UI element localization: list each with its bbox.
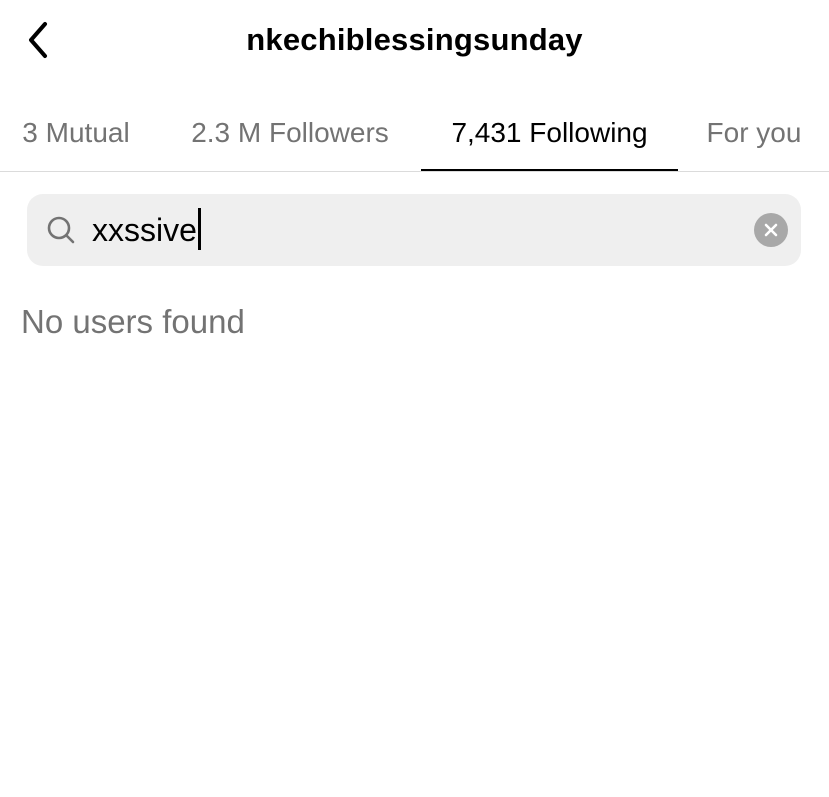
- tab-following[interactable]: 7,431 Following: [421, 95, 678, 171]
- tab-for-you[interactable]: For you: [690, 95, 818, 171]
- search-icon: [47, 216, 75, 244]
- tab-followers[interactable]: 2.3 M Followers: [160, 95, 420, 171]
- search-input-value: xxssive: [92, 212, 197, 248]
- page-title: nkechiblessingsunday: [246, 22, 583, 57]
- clear-icon: [764, 223, 778, 237]
- no-results-message: No users found: [21, 303, 245, 340]
- search-input[interactable]: xxssive: [92, 207, 732, 253]
- header-bar: nkechiblessingsunday: [0, 0, 829, 82]
- tab-mutual[interactable]: 3 Mutual: [0, 95, 152, 171]
- text-cursor: [197, 208, 201, 250]
- clear-search-button[interactable]: [754, 213, 788, 247]
- active-tab-indicator: [421, 169, 678, 171]
- tab-bar: 3 Mutual 2.3 M Followers 7,431 Following…: [0, 95, 829, 172]
